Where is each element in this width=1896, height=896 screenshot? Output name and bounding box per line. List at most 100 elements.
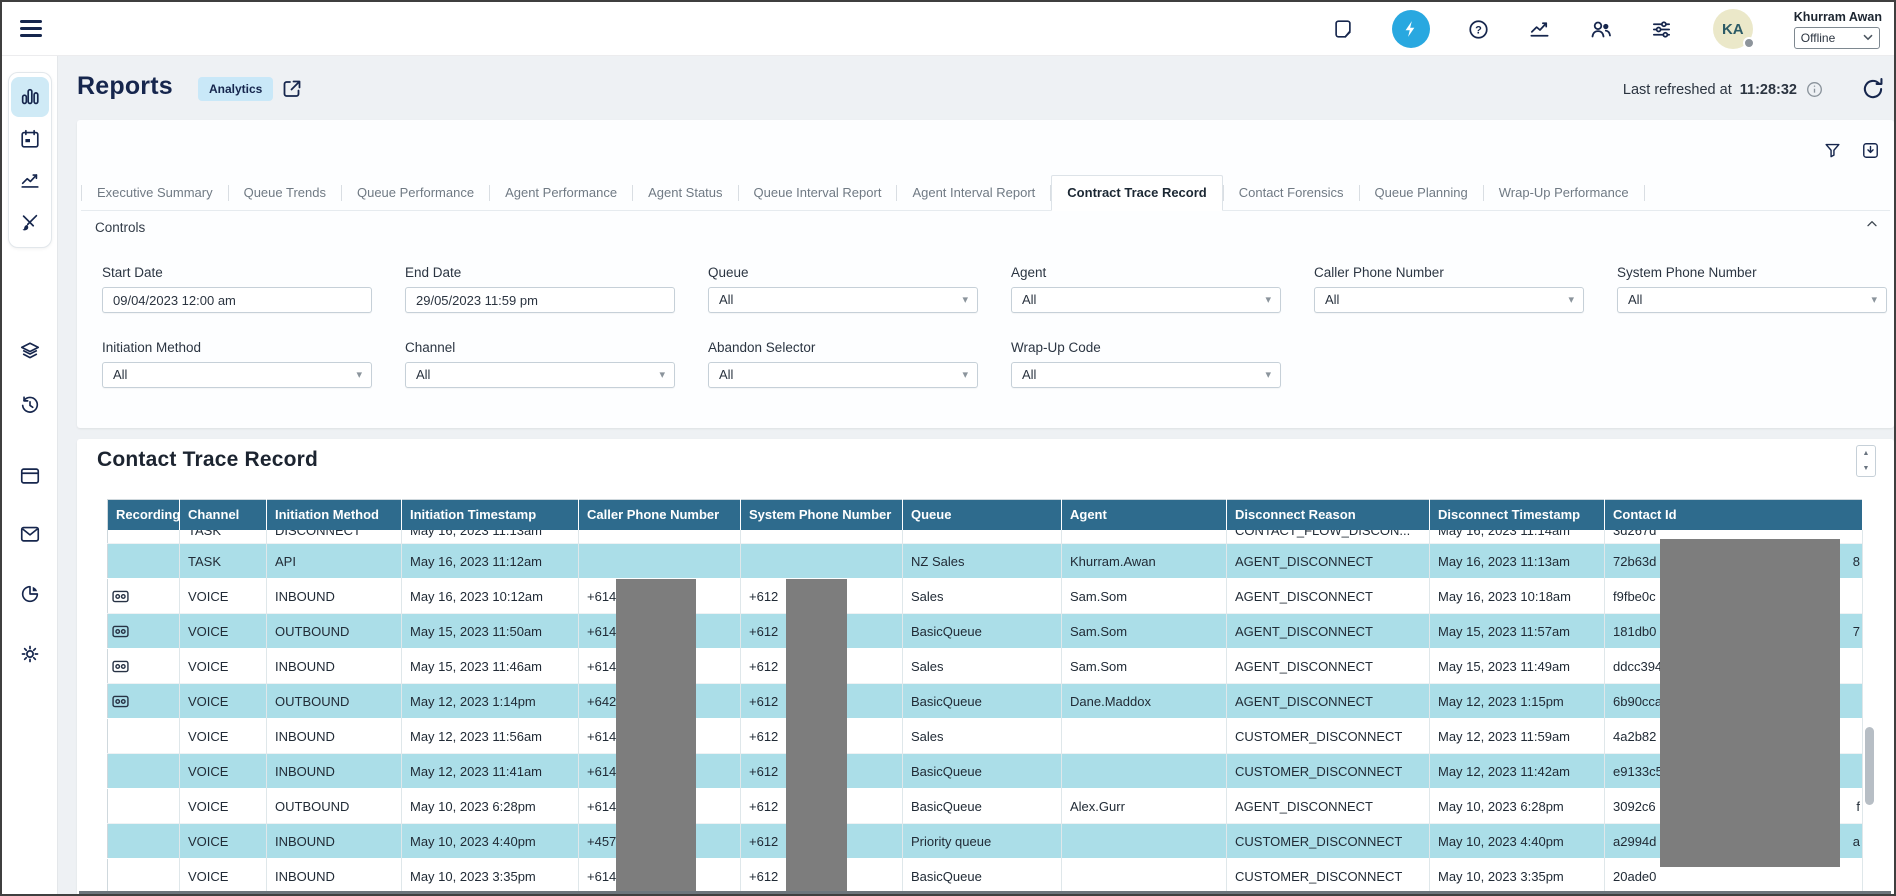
tab-queue-performance[interactable]: Queue Performance <box>342 176 489 210</box>
table-horizontal-scrollbar[interactable] <box>79 891 1891 896</box>
cell-queue: BasicQueue <box>903 754 1062 789</box>
user-avatar[interactable]: KA <box>1713 9 1753 49</box>
sidebar-item-reports[interactable] <box>11 77 49 117</box>
cell-text: INBOUND <box>275 869 335 884</box>
column-header-disconnect-reason[interactable]: Disconnect Reason <box>1227 500 1430 530</box>
cell-text: May 16, 2023 10:12am <box>410 589 543 604</box>
hamburger-menu-icon[interactable] <box>18 16 44 42</box>
collapse-chevron-up-icon[interactable] <box>1864 216 1880 232</box>
cell-text: Sam.Som <box>1070 624 1127 639</box>
sidebar-item-trends[interactable] <box>11 161 49 201</box>
cell-initiation-method: INBOUND <box>267 719 402 754</box>
column-header-queue[interactable]: Queue <box>903 500 1062 530</box>
metrics-line-chart-icon[interactable] <box>1528 17 1552 41</box>
preferences-sliders-icon[interactable] <box>1650 17 1674 41</box>
cell-initiation-timestamp: May 16, 2023 11:13am <box>402 530 579 544</box>
sidebar-item-mail[interactable] <box>8 514 52 554</box>
sidebar-item-history[interactable] <box>8 385 52 425</box>
filter-select-channel[interactable]: All▾ <box>405 362 675 388</box>
tab-agent-interval-report[interactable]: Agent Interval Report <box>897 176 1050 210</box>
cell-queue: Sales <box>903 719 1062 754</box>
recording-icon[interactable] <box>112 590 175 603</box>
column-header-caller-phone-number[interactable]: Caller Phone Number <box>579 500 741 530</box>
recording-icon[interactable] <box>112 660 175 673</box>
sidebar-item-layers[interactable] <box>8 331 52 371</box>
filter-select-agent[interactable]: All▾ <box>1011 287 1281 313</box>
info-icon[interactable] <box>1805 80 1824 99</box>
cell-text: INBOUND <box>275 659 335 674</box>
cell-disconnect-timestamp: May 10, 2023 4:40pm <box>1430 824 1605 859</box>
table-row: VOICEINBOUNDMay 12, 2023 11:41am+614+612… <box>108 754 1863 789</box>
filter-input-start-date[interactable] <box>102 287 372 313</box>
column-header-initiation-method[interactable]: Initiation Method <box>267 500 402 530</box>
tab-queue-planning[interactable]: Queue Planning <box>1360 176 1483 210</box>
tab-contact-forensics[interactable]: Contact Forensics <box>1224 176 1359 210</box>
cell-channel: VOICE <box>180 719 267 754</box>
column-header-disconnect-timestamp[interactable]: Disconnect Timestamp <box>1430 500 1605 530</box>
cell-agent: Khurram.Awan <box>1062 544 1227 579</box>
cell-text: OUTBOUND <box>275 694 349 709</box>
cell-text: +612 <box>749 589 778 604</box>
sidebar-item-settings[interactable] <box>8 634 52 674</box>
column-header-recording[interactable]: Recording <box>108 500 180 530</box>
filter-select-abandon-selector[interactable]: All▾ <box>708 362 978 388</box>
cell-text: 72b63d <box>1613 554 1656 569</box>
filter-funnel-icon[interactable] <box>1822 140 1842 160</box>
contact-id-tail: 8 <box>1853 544 1860 579</box>
sidebar-item-calendar[interactable] <box>11 119 49 159</box>
filter-select-wrap-up-code[interactable]: All▾ <box>1011 362 1281 388</box>
cell-system-phone <box>741 544 903 579</box>
filter-channel: ChannelAll▾ <box>405 340 675 388</box>
table-row: VOICEOUTBOUNDMay 10, 2023 6:28pm+614+612… <box>108 789 1863 824</box>
recording-icon[interactable] <box>112 625 175 638</box>
notes-icon[interactable] <box>1331 17 1355 41</box>
tab-agent-performance[interactable]: Agent Performance <box>490 176 632 210</box>
cell-text: 4a2b82 <box>1613 729 1656 744</box>
column-header-system-phone-number[interactable]: System Phone Number <box>741 500 903 530</box>
download-icon[interactable] <box>1860 140 1880 160</box>
external-link-icon[interactable] <box>280 77 304 101</box>
help-icon[interactable]: ? <box>1467 17 1491 41</box>
filter-select-caller-phone-number[interactable]: All▾ <box>1314 287 1584 313</box>
tab-queue-trends[interactable]: Queue Trends <box>229 176 341 210</box>
cell-text: May 12, 2023 1:14pm <box>410 694 536 709</box>
cell-text: BasicQueue <box>911 869 982 884</box>
sidebar-item-pie[interactable] <box>8 574 52 614</box>
filter-select-queue[interactable]: All▾ <box>708 287 978 313</box>
cell-disconnect-reason: AGENT_DISCONNECT <box>1227 789 1430 824</box>
filters-row-1: Start DateEnd DateQueueAll▾AgentAll▾Call… <box>102 265 1887 313</box>
status-select[interactable]: Offline <box>1794 27 1880 49</box>
filter-select-system-phone-number[interactable]: All▾ <box>1617 287 1887 313</box>
quick-actions-lightning-icon[interactable] <box>1392 10 1430 48</box>
tab-agent-status[interactable]: Agent Status <box>633 176 737 210</box>
scroll-down-arrow-icon[interactable]: ▼ <box>1857 461 1875 476</box>
line-chart-icon <box>19 170 41 192</box>
scroll-up-arrow-icon[interactable]: ▲ <box>1857 446 1875 461</box>
recording-icon[interactable] <box>112 695 175 708</box>
recording-cell <box>108 684 180 719</box>
cell-text: CUSTOMER_DISCONNECT <box>1235 869 1402 884</box>
table-vertical-scrollbar-thumb[interactable] <box>1865 727 1874 805</box>
cell-initiation-timestamp: May 16, 2023 10:12am <box>402 579 579 614</box>
sidebar-item-design[interactable] <box>11 203 49 243</box>
sidebar-item-browser[interactable] <box>8 456 52 496</box>
refresh-icon[interactable] <box>1860 76 1886 102</box>
column-header-channel[interactable]: Channel <box>180 500 267 530</box>
cell-text: VOICE <box>188 834 228 849</box>
filter-select-initiation-method[interactable]: All▾ <box>102 362 372 388</box>
filter-input-end-date[interactable] <box>405 287 675 313</box>
tab-contract-trace-record[interactable]: Contract Trace Record <box>1051 175 1222 211</box>
column-header-agent[interactable]: Agent <box>1062 500 1227 530</box>
filter-agent: AgentAll▾ <box>1011 265 1281 313</box>
cell-queue: BasicQueue <box>903 614 1062 649</box>
column-header-contact-id[interactable]: Contact Id <box>1605 500 1863 530</box>
cell-text: AGENT_DISCONNECT <box>1235 694 1373 709</box>
contacts-people-icon[interactable] <box>1589 17 1613 41</box>
filter-caller-phone-number: Caller Phone NumberAll▾ <box>1314 265 1584 313</box>
status-select-value: Offline <box>1801 31 1835 45</box>
tab-queue-interval-report[interactable]: Queue Interval Report <box>739 176 897 210</box>
column-header-initiation-timestamp[interactable]: Initiation Timestamp <box>402 500 579 530</box>
filter-system-phone-number: System Phone NumberAll▾ <box>1617 265 1887 313</box>
tab-wrap-up-performance[interactable]: Wrap-Up Performance <box>1484 176 1644 210</box>
tab-executive-summary[interactable]: Executive Summary <box>82 176 228 210</box>
